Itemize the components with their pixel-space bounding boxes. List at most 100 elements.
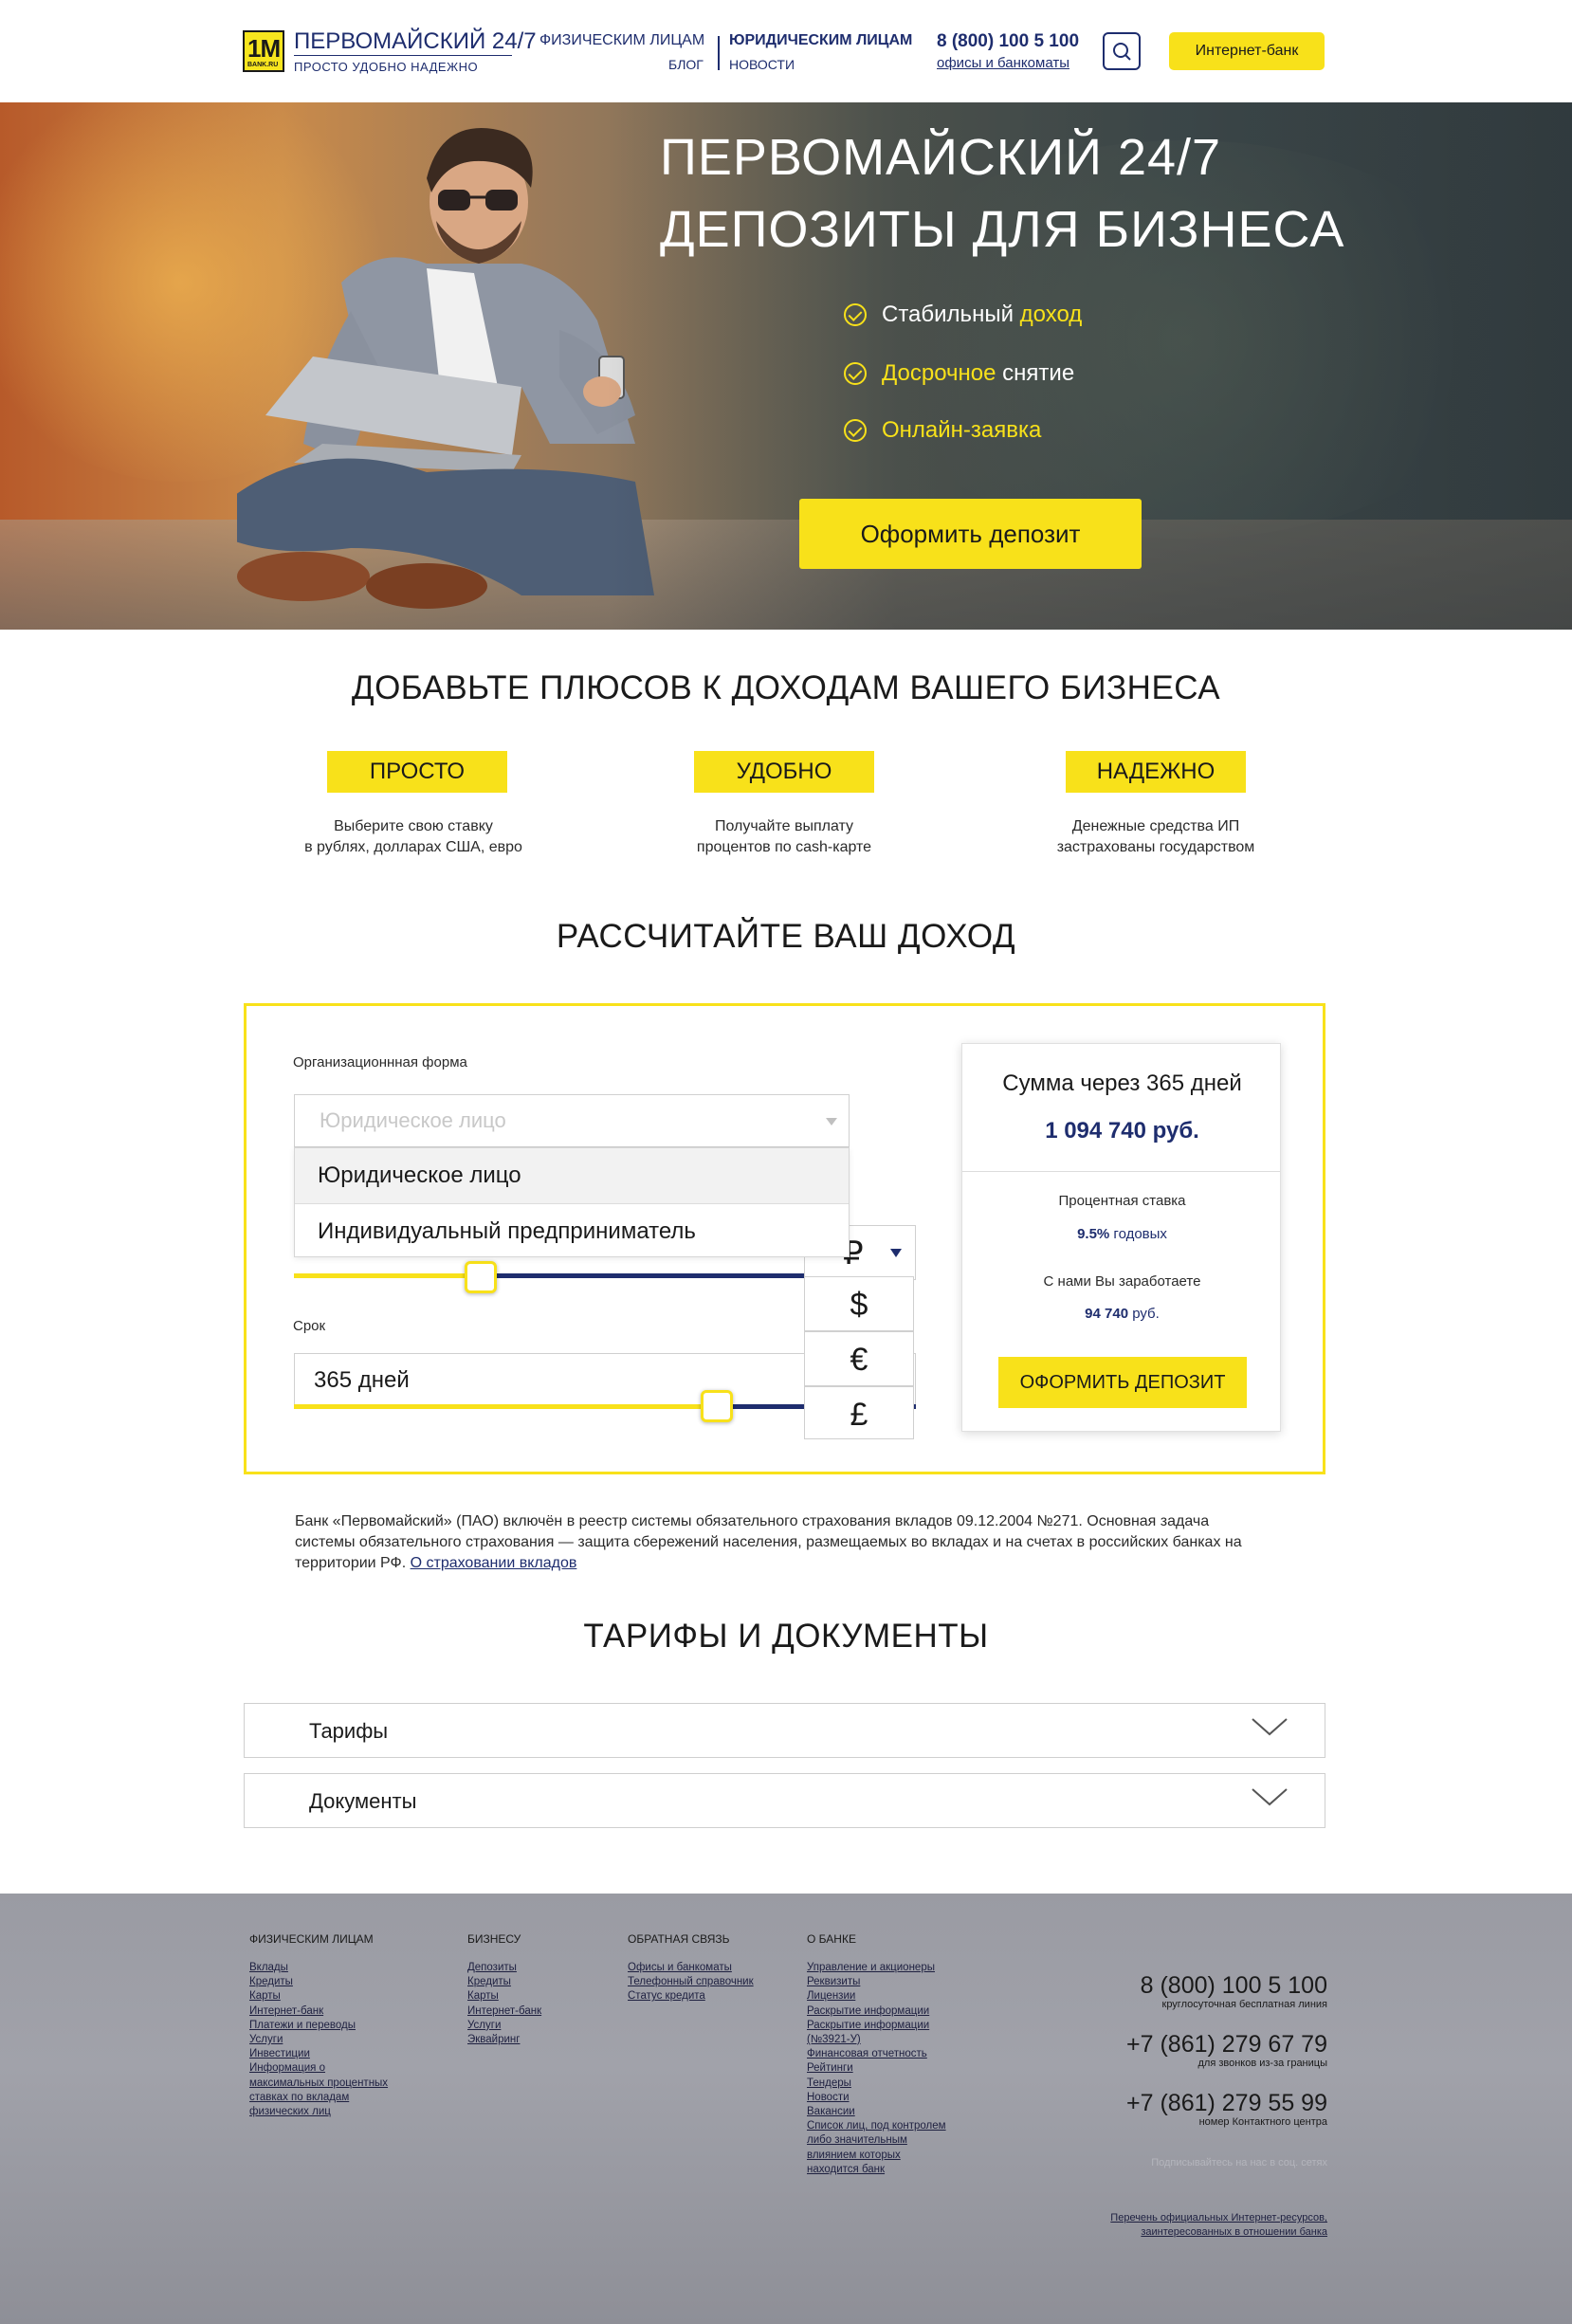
org-option-legal-entity[interactable]: Юридическое лицо — [295, 1148, 849, 1203]
site-footer: ФИЗИЧЕСКИМ ЛИЦАМ Вклады Кредиты Карты Интер… — [0, 1894, 1572, 2324]
footer-link[interactable]: Депозиты — [467, 1961, 541, 1975]
footer-link[interactable]: Офисы и банкоматы — [628, 1961, 754, 1975]
rate-label: Процентная ставка — [1058, 1193, 1186, 1209]
nav-individuals-link[interactable]: ФИЗИЧЕСКИМ ЛИЦАМ — [539, 32, 704, 49]
footer-link[interactable]: Услуги — [467, 2019, 541, 2033]
nav-news-link[interactable]: НОВОСТИ — [729, 57, 795, 72]
feature-convenient-desc: Получайте выплату процентов по cash-карт… — [696, 818, 872, 855]
currency-option-gbp[interactable]: £ — [804, 1386, 914, 1439]
result-title: Сумма через 365 дней — [1002, 1071, 1242, 1096]
hero-title-line1: ПЕРВОМАЙСКИЙ 24/7 — [660, 129, 1222, 186]
accordion-documents[interactable]: Документы — [244, 1773, 1325, 1828]
footer-link[interactable]: физических лиц — [249, 2105, 388, 2119]
offices-link[interactable]: офисы и банкоматы — [937, 55, 1069, 71]
hero-banner: ПЕРВОМАЙСКИЙ 24/7 ДЕПОЗИТЫ ДЛЯ БИЗНЕСА С… — [0, 102, 1572, 630]
footer-phone-contact-caption: номер Контактного центра — [1198, 2116, 1327, 2128]
footer-link[interactable]: Карты — [249, 1989, 388, 2004]
footer-official-resources-link[interactable]: Перечень официальных Интернет-ресурсов, … — [1110, 2211, 1327, 2240]
footer-link[interactable]: находится банк — [807, 2163, 946, 2177]
footer-link[interactable]: Кредиты — [467, 1975, 541, 1989]
brand-underline — [294, 55, 512, 56]
footer-social-text: Подписывайтесь на нас в соц. сетях — [1151, 2157, 1327, 2168]
org-form-select[interactable]: Юридическое лицо — [294, 1094, 850, 1147]
footer-phone-free[interactable]: 8 (800) 100 5 100 — [1141, 1972, 1327, 2000]
deposit-insurance-link[interactable]: О страховании вкладов — [411, 1555, 577, 1571]
badge-simple: ПРОСТО — [327, 751, 507, 793]
amount-slider-filled — [294, 1273, 481, 1278]
plus-section-title: ДОБАВЬТЕ ПЛЮСОВ К ДОХОДАМ ВАШЕГО БИЗНЕСА — [351, 669, 1221, 706]
footer-link[interactable]: Интернет-банк — [467, 2004, 541, 2019]
footer-link[interactable]: Список лиц, под контролем — [807, 2119, 946, 2133]
footer-link[interactable]: Инвестиции — [249, 2047, 388, 2061]
check-circle-icon — [844, 419, 867, 442]
calculator-title: РАССЧИТАЙТЕ ВАШ ДОХОД — [556, 918, 1016, 955]
rate-value: 9.5% годовых — [1077, 1226, 1167, 1242]
footer-link[interactable]: (№3921-У) — [807, 2033, 946, 2047]
term-slider-handle[interactable] — [701, 1390, 733, 1422]
footer-col-feedback-links: Офисы и банкоматы Телефонный справочник Ст… — [628, 1961, 754, 2004]
footer-link[interactable]: Тендеры — [807, 2077, 946, 2091]
footer-link[interactable]: максимальных процентных — [249, 2077, 388, 2091]
org-form-dropdown: Юридическое лицо Индивидуальный предприн… — [294, 1147, 850, 1257]
internet-bank-button[interactable]: Интернет-банк — [1169, 32, 1325, 70]
chevron-down-icon — [1252, 1788, 1288, 1806]
footer-link[interactable]: Статус кредита — [628, 1989, 754, 2004]
search-button[interactable] — [1103, 32, 1141, 70]
footer-link[interactable]: влиянием которых — [807, 2149, 946, 2163]
footer-phone-contact[interactable]: +7 (861) 279 55 99 — [1126, 2090, 1327, 2117]
footer-col-business-title: БИЗНЕСУ — [467, 1932, 521, 1946]
footer-link[interactable]: Новости — [807, 2091, 946, 2105]
footer-link[interactable]: Платежи и переводы — [249, 2019, 388, 2033]
logo-domain: BANK.RU — [247, 62, 279, 68]
brand-title[interactable]: ПЕРВОМАЙСКИЙ 24/7 — [294, 28, 537, 55]
result-divider — [962, 1171, 1280, 1172]
footer-link[interactable]: либо значительным — [807, 2133, 946, 2148]
footer-link[interactable]: Вакансии — [807, 2105, 946, 2119]
footer-link[interactable]: Реквизиты — [807, 1975, 946, 1989]
footer-phone-free-caption: круглосуточная бесплатная линия — [1161, 1999, 1328, 2010]
chevron-down-icon — [890, 1249, 902, 1257]
accordion-tariffs[interactable]: Тарифы — [244, 1703, 1325, 1758]
footer-phone-abroad[interactable]: +7 (861) 279 67 79 — [1126, 2031, 1327, 2059]
earn-label: С нами Вы заработаете — [1043, 1273, 1201, 1290]
footer-link[interactable]: Лицензии — [807, 1989, 946, 2004]
result-card: Сумма через 365 дней 1 094 740 руб. Проц… — [961, 1043, 1281, 1432]
nav-business-link[interactable]: ЮРИДИЧЕСКИМ ЛИЦАМ — [729, 32, 912, 49]
currency-option-usd[interactable]: $ — [804, 1276, 914, 1331]
footer-link[interactable]: Финансовая отчетность — [807, 2047, 946, 2061]
footer-link[interactable]: Кредиты — [249, 1975, 388, 1989]
badge-reliable: НАДЕЖНО — [1066, 751, 1246, 793]
hero-deposit-button[interactable]: Оформить депозит — [799, 499, 1142, 569]
footer-link[interactable]: Карты — [467, 1989, 541, 2004]
footer-link[interactable]: Интернет-банк — [249, 2004, 388, 2019]
footer-link[interactable]: Вклады — [249, 1961, 388, 1975]
nav-blog-link[interactable]: БЛОГ — [668, 57, 704, 72]
chevron-down-icon — [826, 1118, 837, 1125]
feature-reliable-desc: Денежные средства ИП застрахованы госуда… — [1056, 818, 1255, 855]
footer-link[interactable]: Управление и акционеры — [807, 1961, 946, 1975]
header-phone[interactable]: 8 (800) 100 5 100 — [937, 31, 1079, 52]
term-label: Срок — [293, 1318, 326, 1334]
check-circle-icon — [844, 362, 867, 385]
footer-col-about-links: Управление и акционеры Реквизиты Лицензии Р… — [807, 1961, 946, 2177]
footer-link[interactable]: Раскрытие информации — [807, 2019, 946, 2033]
org-form-label: Организационнная форма — [293, 1054, 467, 1071]
footer-link[interactable]: Раскрытие информации — [807, 2004, 946, 2019]
logo-mark: 1M — [247, 34, 281, 63]
footer-link[interactable]: Телефонный справочник — [628, 1975, 754, 1989]
calc-deposit-button[interactable]: ОФОРМИТЬ ДЕПОЗИТ — [998, 1357, 1247, 1408]
amount-slider-handle[interactable] — [465, 1261, 497, 1293]
footer-link[interactable]: Информация о — [249, 2061, 388, 2076]
currency-option-eur[interactable]: € — [804, 1331, 914, 1386]
badge-convenient: УДОБНО — [694, 751, 874, 793]
footer-link[interactable]: ставках по вкладам — [249, 2091, 388, 2105]
footer-link[interactable]: Эквайринг — [467, 2033, 541, 2047]
org-option-individual-entrepreneur[interactable]: Индивидуальный предприниматель — [295, 1203, 849, 1258]
footer-link[interactable]: Рейтинги — [807, 2061, 946, 2076]
footer-col-individuals-links: Вклады Кредиты Карты Интернет-банк Платежи и… — [249, 1961, 388, 2119]
insurance-note: Банк «Первомайский» (ПАО) включён в реес… — [295, 1513, 1242, 1571]
hero-title-line2: ДЕПОЗИТЫ ДЛЯ БИЗНЕСА — [660, 201, 1345, 258]
footer-link[interactable]: Услуги — [249, 2033, 388, 2047]
bank-logo[interactable]: 1M BANK.RU — [243, 30, 284, 72]
nav-divider — [718, 36, 720, 70]
